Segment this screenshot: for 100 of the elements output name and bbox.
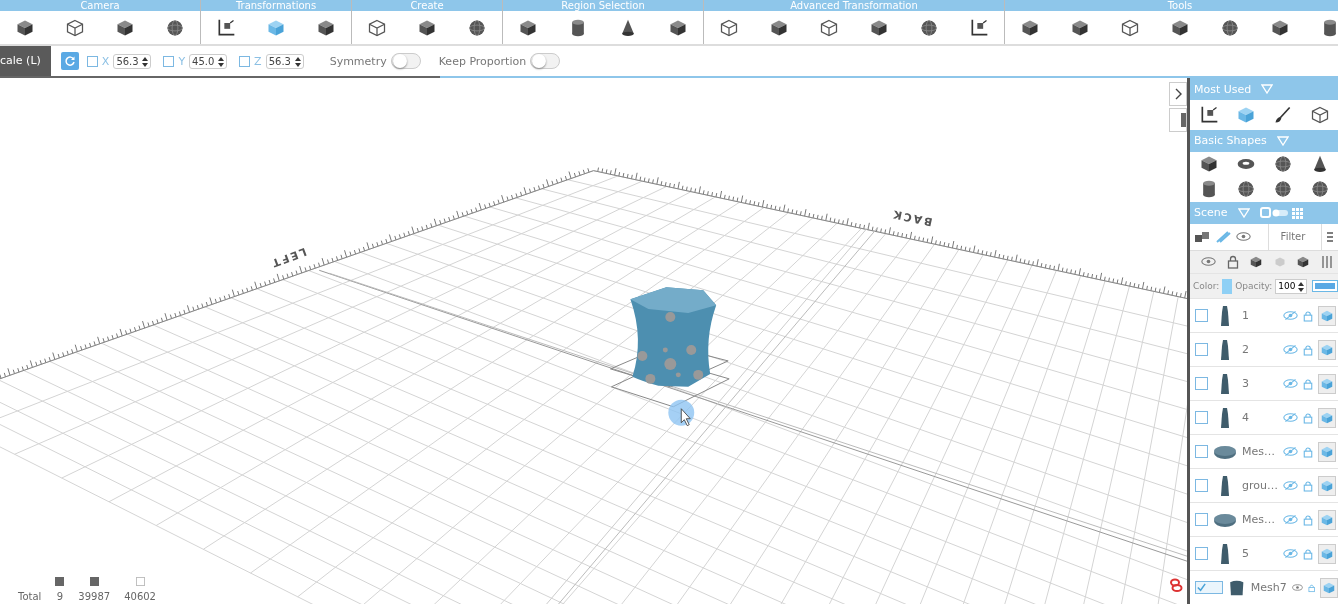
material-button[interactable] (1318, 305, 1336, 326)
stats-label: Total (18, 590, 42, 604)
wireframe-cube-icon (1309, 104, 1330, 125)
opacity-field[interactable]: 100 (1275, 278, 1308, 294)
lock-icon[interactable] (1303, 479, 1313, 492)
object-name[interactable]: Mesh7 (1250, 581, 1287, 594)
eye-icon[interactable] (1236, 231, 1251, 243)
sort-icon[interactable] (1327, 230, 1333, 243)
material-button[interactable] (1318, 407, 1336, 428)
toggle-switch[interactable] (530, 53, 561, 69)
sliders-icon[interactable] (1320, 254, 1333, 269)
crossed-eye-icon[interactable] (1283, 548, 1298, 559)
object-checkbox[interactable] (1195, 343, 1208, 356)
object-checkbox[interactable] (1195, 547, 1208, 560)
lock-icon[interactable] (1226, 254, 1239, 269)
object-checkbox[interactable] (1195, 513, 1208, 526)
object-checkbox[interactable] (1195, 581, 1224, 594)
sphere-icon (1220, 17, 1240, 38)
crossed-eye-icon[interactable] (1283, 514, 1298, 525)
material-button[interactable] (1318, 543, 1336, 564)
group-label: Create (352, 0, 502, 11)
axis-checkbox[interactable] (163, 55, 175, 67)
object-checkbox[interactable] (1195, 411, 1208, 424)
lock-icon[interactable] (1303, 377, 1313, 390)
lock-icon[interactable] (1303, 343, 1313, 356)
material-button[interactable] (1318, 339, 1336, 360)
filled-square-icon (89, 577, 99, 586)
wireframe-cube-icon (65, 17, 85, 38)
refresh-icon (63, 55, 76, 67)
object-name[interactable]: 1 (1242, 309, 1278, 322)
toggle-switch[interactable] (390, 53, 421, 69)
axis-value-field[interactable]: 56.3 (265, 53, 304, 69)
wireframe-cube-icon (1120, 17, 1140, 38)
axis-label: BACK (890, 207, 934, 229)
object-name[interactable]: 4 (1242, 411, 1278, 424)
wireframe-cube-icon (719, 17, 739, 38)
lock-icon[interactable] (1303, 445, 1313, 458)
toggle-label: Symmetry (329, 54, 387, 68)
mode-tab[interactable]: cale (L) (0, 46, 51, 76)
crossed-eye-icon[interactable] (1283, 378, 1298, 389)
axis-label: Z (254, 54, 262, 68)
crossed-eye-icon[interactable] (1283, 480, 1298, 491)
axes-cube-icon (969, 17, 989, 38)
crossed-eye-icon[interactable] (1283, 446, 1298, 457)
color-swatch[interactable] (1222, 278, 1233, 294)
material-button[interactable] (1318, 475, 1336, 496)
wireframe-cube-icon (367, 17, 387, 38)
stats-value: 39987 (78, 590, 111, 604)
lock-icon[interactable] (1303, 513, 1313, 526)
object-name[interactable]: Mes… (1242, 513, 1278, 526)
panel-handle-button[interactable] (1169, 108, 1187, 132)
cube-icon (1320, 444, 1334, 459)
object-name[interactable]: Mes… (1242, 445, 1278, 458)
axis-label: X (101, 54, 110, 68)
material-button[interactable] (1318, 441, 1336, 462)
object-name[interactable]: grou… (1242, 479, 1278, 492)
hide-icon[interactable] (1215, 229, 1231, 244)
object-name[interactable]: 2 (1242, 343, 1278, 356)
reset-button[interactable] (60, 52, 79, 70)
object-checkbox[interactable] (1195, 377, 1208, 390)
axis-value-field[interactable]: 56.3 (113, 53, 152, 69)
toggle-label: Keep Proportion (438, 54, 527, 68)
eye-icon[interactable] (1291, 582, 1303, 593)
stats-value: 9 (56, 590, 64, 604)
object-name[interactable]: 3 (1242, 377, 1278, 390)
filter-field[interactable]: Filter (1269, 229, 1317, 245)
check-icon (1196, 582, 1207, 593)
lock-icon[interactable] (1303, 309, 1313, 322)
brush-icon (1272, 104, 1293, 125)
object-checkbox[interactable] (1195, 479, 1208, 492)
spinner-icon (294, 56, 301, 67)
eye-icon[interactable] (1201, 256, 1217, 268)
object-name[interactable]: 5 (1242, 547, 1278, 560)
cube-icon (1320, 308, 1334, 323)
axis-label: Y (178, 54, 186, 68)
material-button[interactable] (1318, 509, 1336, 530)
select-all-checkbox[interactable] (1312, 280, 1338, 292)
material-button[interactable] (1320, 577, 1338, 598)
axis-checkbox[interactable] (239, 55, 251, 67)
object-checkbox[interactable] (1195, 309, 1208, 322)
spinner-icon (1298, 281, 1305, 292)
sphere-icon (1272, 154, 1293, 175)
collapse-panel-button[interactable] (1169, 82, 1187, 106)
crossed-eye-icon[interactable] (1283, 344, 1298, 355)
axis-checkbox[interactable] (86, 55, 98, 67)
sphere-icon (1309, 179, 1330, 200)
lock-icon[interactable] (1303, 547, 1313, 560)
cube-icon (1320, 512, 1334, 527)
triangle-down-icon (1261, 84, 1274, 95)
view-toggle-icon[interactable] (1259, 206, 1304, 219)
cube-icon (1322, 580, 1336, 595)
object-checkbox[interactable] (1195, 445, 1208, 458)
axis-value-field[interactable]: 45.0 (189, 53, 228, 69)
crossed-eye-icon[interactable] (1283, 412, 1298, 423)
objects-icon[interactable] (1194, 229, 1210, 244)
crossed-eye-icon[interactable] (1283, 310, 1298, 321)
triangle-down-icon (1237, 207, 1250, 218)
material-button[interactable] (1318, 373, 1336, 394)
group-label: Camera (0, 0, 200, 11)
lock-icon[interactable] (1303, 411, 1313, 424)
